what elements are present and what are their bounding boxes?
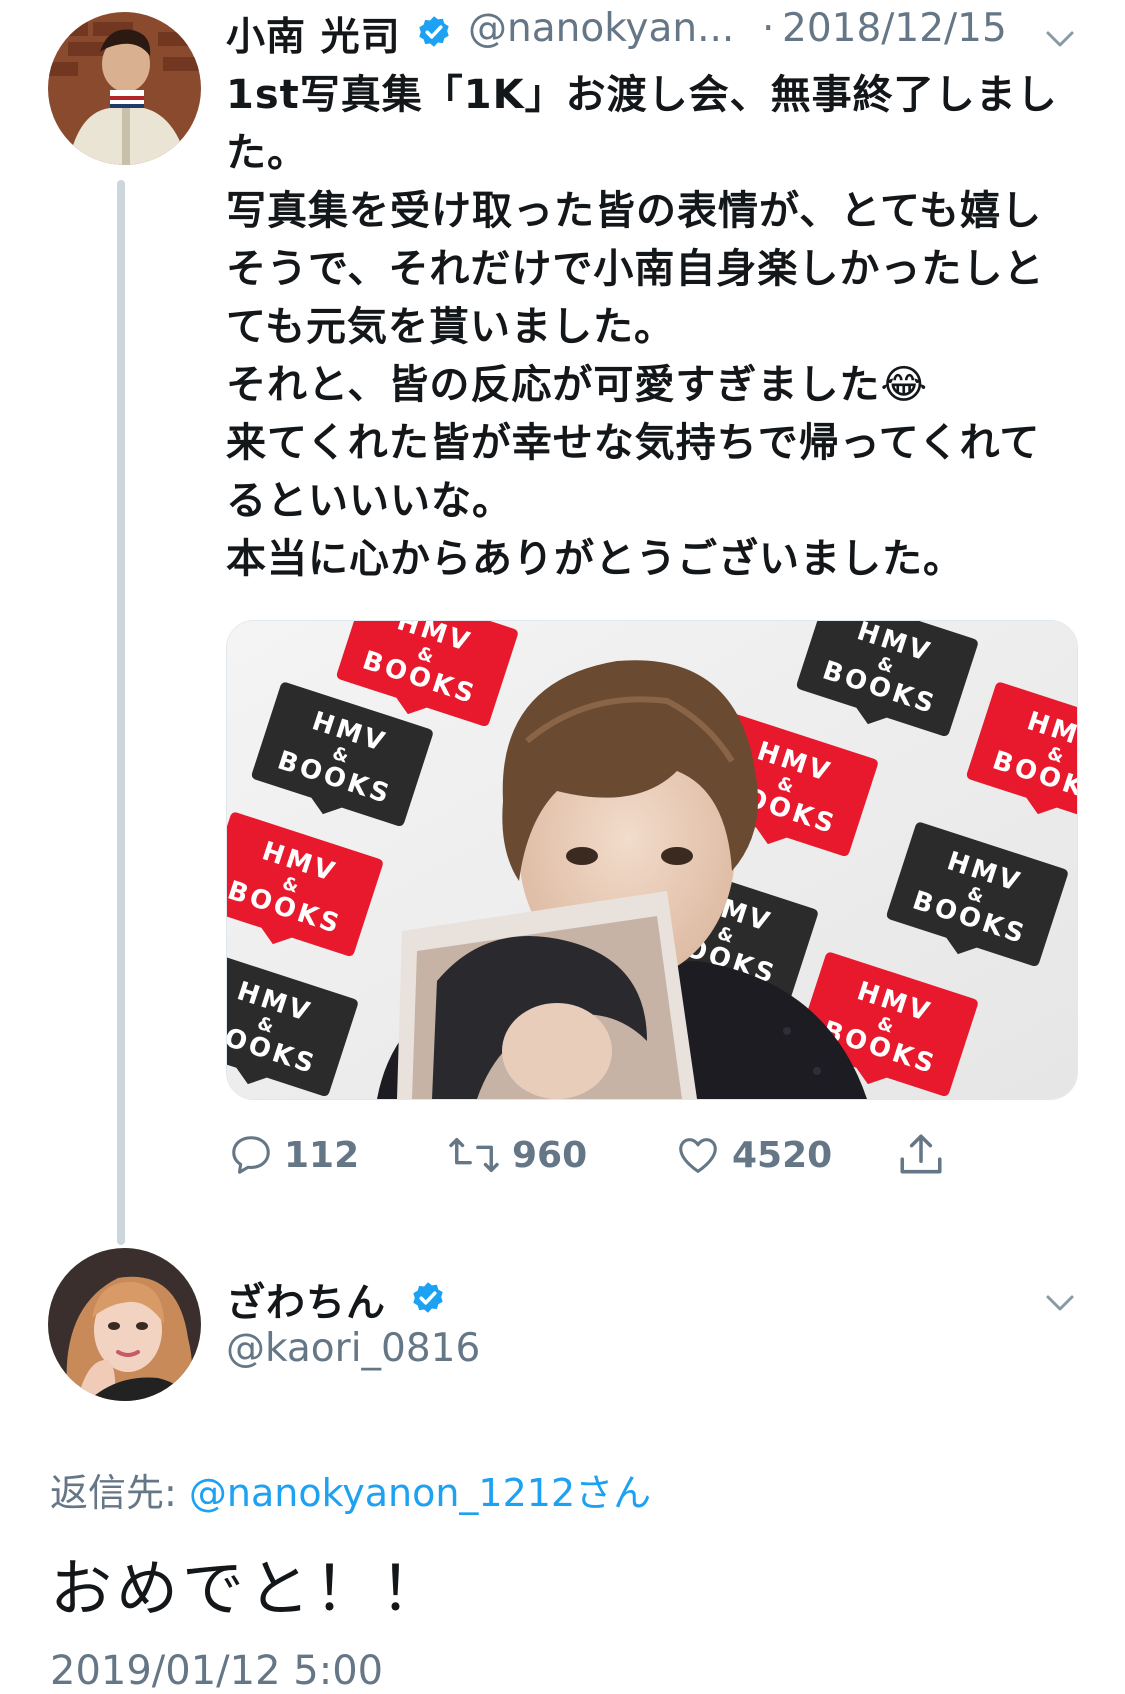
reply-timestamp[interactable]: 2019/01/12 5:00 [50,1648,383,1694]
tweet-line: ても元気を貰いました。 [226,304,675,350]
share-action[interactable] [896,1130,946,1180]
verified-badge-icon [419,16,449,47]
chevron-down-icon[interactable] [1045,1294,1075,1312]
heart-icon [679,1138,717,1173]
verified-badge-icon [413,1282,443,1313]
thread-connector-line [117,180,125,1245]
reply-author-display-name[interactable]: ざわちん [226,1272,386,1328]
reply-author-handle[interactable]: @kaori_0816 [226,1326,480,1371]
retweet-count: 960 [512,1134,588,1176]
chevron-down-icon[interactable] [1045,30,1075,48]
tweet-line: 来てくれた皆が幸せな気持ちで帰ってくれて [226,420,1041,466]
tweet-body: 1st写真集「1K」お渡し会、無事終了しまし た。 写真集を受け取った皆の表情が… [226,66,1076,588]
author-handle[interactable]: @nanokyan... [468,6,734,51]
retweet-action[interactable]: 960 [446,1132,587,1178]
like-count: 4520 [732,1134,833,1176]
like-action[interactable]: 4520 [674,1132,832,1178]
tweet-date[interactable]: 2018/12/15 [782,6,1007,51]
share-icon [900,1134,942,1174]
tweet-line: 写真集を受け取った皆の表情が、とても嬉し [226,188,1042,234]
reply-bubble-icon [232,1136,270,1174]
reply-count: 112 [284,1134,360,1176]
author-display-name[interactable]: 小南 光司 [226,6,401,62]
tweet-line: るといいいな。 [226,478,513,524]
tweet-media-photo[interactable]: HMV & BOOKS HMV & BOOKS HMV & BOOKS HMV & BOOKS HMV &… [226,620,1078,1100]
replying-to-line: 返信先: @nanokyanon_1212さん [50,1462,651,1517]
reply-action[interactable]: 112 [228,1132,359,1178]
reply-author-avatar[interactable] [48,1248,201,1401]
tweet-line: た。 [226,130,308,176]
tweet-line: 1st写真集「1K」お渡し会、無事終了しまし [226,72,1058,118]
tweet-line: そうで、それだけで小南自身楽しかったしと [226,246,1045,292]
reply-body: おめでと！！ [50,1552,447,1625]
tweet-line: それと、皆の反応が可愛すぎました😂 [226,362,929,408]
author-avatar[interactable] [48,12,201,165]
replying-to-label: 返信先: [50,1471,189,1515]
replying-to-mention[interactable]: @nanokyanon_1212さん [189,1471,651,1515]
tweet-line: 本当に心からありがとうございました。 [226,536,964,582]
header-separator: · [762,6,775,51]
retweet-icon [449,1137,499,1173]
